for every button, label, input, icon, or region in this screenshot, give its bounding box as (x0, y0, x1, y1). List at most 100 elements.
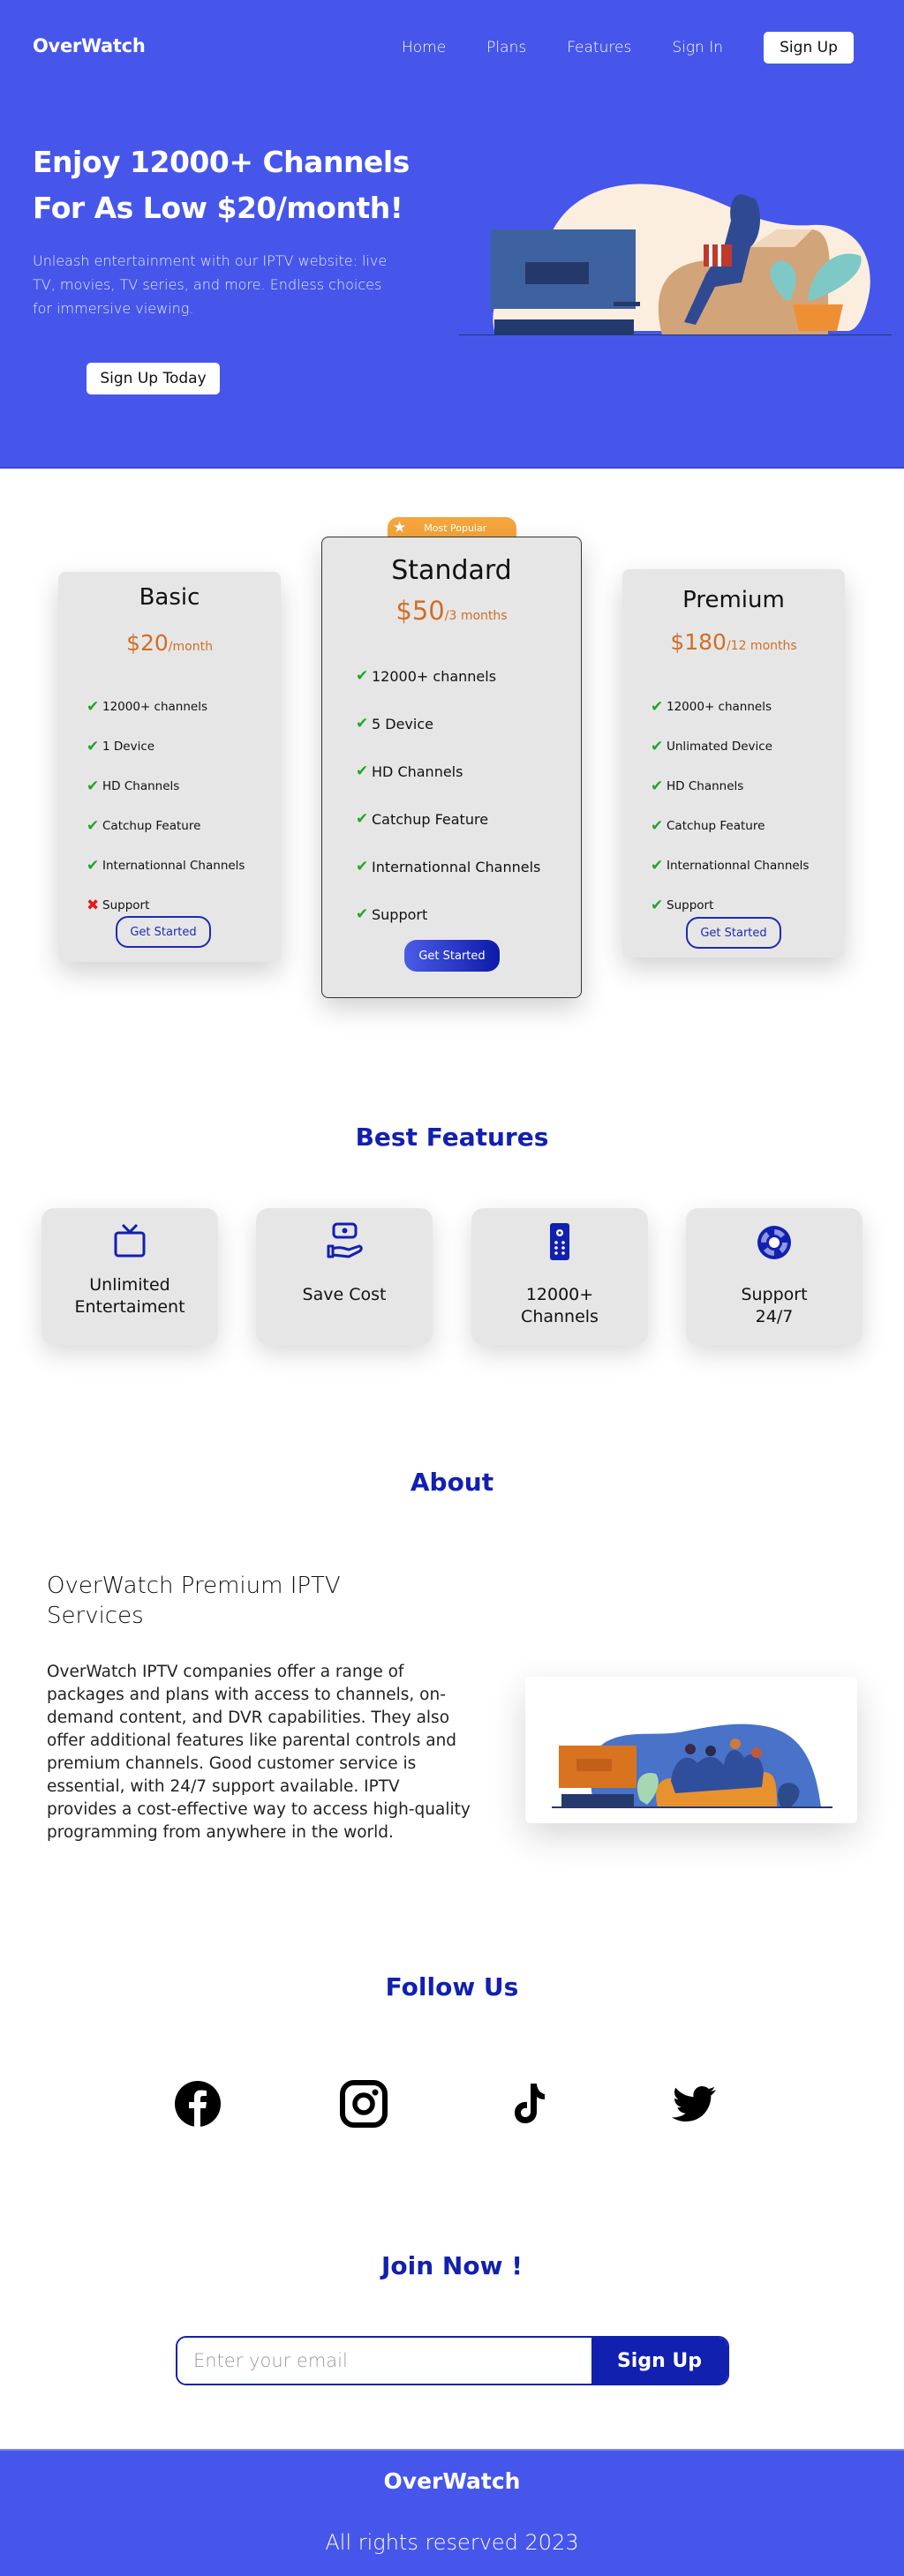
plan-feature-item: ✔ Internationnal Channels (651, 845, 809, 885)
price-period: /12 months (726, 639, 797, 653)
plan-feature-item: ✔ 12000+ channels (651, 687, 809, 726)
about-heading: OverWatch Premium IPTV Services (47, 1573, 341, 1629)
plan-feature-item: ✔ HD Channels (651, 766, 809, 806)
hero-description: Unleash entertainment with our IPTV webs… (33, 252, 388, 317)
feature-label: Save Cost (302, 1285, 387, 1304)
star-icon: ★ (393, 519, 407, 537)
plan-feature-item: ✔ Internationnal Channels (87, 845, 245, 885)
plan-feature-label: 5 Device (372, 715, 433, 732)
nav-plans[interactable]: Plans (486, 39, 526, 56)
plan-price: $180/12 months (622, 629, 845, 655)
check-icon: ✔ (356, 810, 369, 828)
about-text: OverWatch IPTV companies offer a range o… (47, 1663, 471, 1842)
price-period: /month (168, 640, 213, 654)
plan-feature-label: HD Channels (372, 762, 463, 780)
plan-feature-label: 12000+ channels (102, 699, 208, 714)
plan-card-basic: Basic $20/month ✔ 12000+ channels ✔ 1 Devic… (58, 572, 281, 962)
main-nav: Home Plans Features Sign In Sign Up (402, 32, 854, 64)
get-started-button[interactable]: Get Started (404, 940, 500, 972)
feature-card-save-cost: Save Cost (256, 1208, 433, 1345)
twitter-link[interactable] (671, 2080, 719, 2128)
check-icon: ✔ (87, 777, 100, 795)
plan-feature-label: HD Channels (667, 778, 744, 793)
plan-feature-label: Support (102, 897, 150, 912)
get-started-button[interactable]: Get Started (116, 916, 211, 948)
plan-feature-item: ✔ Catchup Feature (356, 795, 540, 843)
instagram-link[interactable] (340, 2080, 388, 2128)
facebook-icon (175, 2081, 221, 2128)
hero-section: OverWatch Home Plans Features Sign In Si… (0, 0, 904, 469)
plan-feature-item: ✔ 5 Device (356, 700, 540, 747)
plan-feature-label: Internationnal Channels (102, 858, 245, 873)
join-now-title: Join Now ! (381, 2251, 523, 2280)
check-icon: ✔ (356, 715, 369, 732)
plan-name: Basic (139, 584, 200, 611)
price-amount: $180 (670, 629, 727, 655)
plant-pot (793, 304, 843, 331)
feature-list: ✔ 12000+ channels ✔ Unlimated Device ✔ HD Cha… (651, 687, 809, 925)
check-icon: ✔ (651, 737, 664, 755)
plan-feature-item: ✔ HD Channels (87, 766, 245, 806)
tv-icon (114, 1223, 146, 1258)
check-icon: ✔ (356, 667, 369, 685)
plan-feature-item: ✔ Unlimated Device (651, 726, 809, 766)
plan-feature-item: ✔ Catchup Feature (87, 806, 245, 845)
feature-card-channels: 12000+ Channels (471, 1208, 648, 1345)
most-popular-badge: ★ Most Popular (388, 517, 516, 538)
check-icon: ✔ (651, 816, 664, 835)
plan-feature-item: ✔ HD Channels (356, 747, 540, 795)
hero-title: Enjoy 12000+ Channels For As Low $20/mon… (33, 145, 410, 225)
sign-up-today-button[interactable]: Sign Up Today (87, 363, 220, 394)
plan-name: Premium (682, 587, 785, 613)
nav-sign-up-button[interactable]: Sign Up (764, 32, 854, 64)
join-sign-up-button[interactable]: Sign Up (591, 2338, 727, 2384)
nav-features[interactable]: Features (567, 39, 631, 56)
nav-sign-in[interactable]: Sign In (672, 39, 723, 56)
nav-home[interactable]: Home (402, 39, 446, 56)
footer-copyright: All rights reserved 2023 (325, 2530, 579, 2555)
price-period: /3 months (444, 609, 508, 623)
plan-feature-label: Unlimated Device (667, 739, 772, 754)
tv-stand (561, 1794, 634, 1807)
feature-card-unlimited: Unlimited Entertaiment (41, 1208, 218, 1345)
check-icon: ✔ (651, 896, 664, 914)
check-icon: ✔ (87, 737, 100, 755)
footer-brand: OverWatch (383, 2468, 521, 2494)
facebook-link[interactable] (174, 2080, 222, 2128)
tiktok-link[interactable] (506, 2080, 554, 2128)
check-icon: ✔ (651, 697, 664, 716)
lifebuoy-icon (757, 1226, 791, 1259)
get-started-button[interactable]: Get Started (686, 917, 781, 949)
plan-feature-label: 1 Device (102, 739, 155, 754)
plan-feature-item: ✔ Catchup Feature (651, 806, 809, 845)
plan-feature-label: Catchup Feature (667, 818, 765, 833)
plan-feature-item: ✔ 1 Device (87, 726, 245, 766)
features-title: Best Features (355, 1123, 549, 1152)
feature-list: ✔ 12000+ channels ✔ 5 Device ✔ HD Channels ✔ Ca… (356, 652, 540, 938)
cross-icon: ✖ (87, 896, 100, 914)
plan-feature-item: ✔ Support (356, 890, 540, 938)
badge-label: Most Popular (424, 522, 487, 534)
check-icon: ✔ (87, 697, 100, 716)
plan-feature-label: Internationnal Channels (372, 858, 541, 875)
plan-price: $50/3 months (322, 596, 581, 626)
plan-feature-item: ✔ Internationnal Channels (356, 843, 540, 890)
plan-feature-label: Support (372, 905, 428, 923)
plan-feature-label: Catchup Feature (372, 810, 489, 828)
feature-label: 12000+ Channels (521, 1285, 599, 1326)
follow-us-title: Follow Us (385, 1972, 519, 2001)
footer: OverWatch All rights reserved 2023 (0, 2449, 904, 2576)
plan-feature-label: 12000+ channels (372, 667, 497, 685)
plan-feature-label: HD Channels (102, 778, 180, 793)
check-icon: ✔ (651, 777, 664, 795)
instagram-icon (340, 2080, 388, 2128)
check-icon: ✔ (87, 816, 100, 835)
email-input[interactable] (177, 2338, 591, 2384)
tiktok-icon (515, 2084, 545, 2123)
plan-feature-item: ✔ 12000+ channels (356, 652, 540, 700)
logo[interactable]: OverWatch (33, 35, 146, 56)
price-amount: $50 (396, 596, 445, 626)
plan-price: $20/month (58, 630, 281, 656)
plan-feature-item: ✔ 12000+ channels (87, 687, 245, 726)
check-icon: ✔ (651, 856, 664, 875)
